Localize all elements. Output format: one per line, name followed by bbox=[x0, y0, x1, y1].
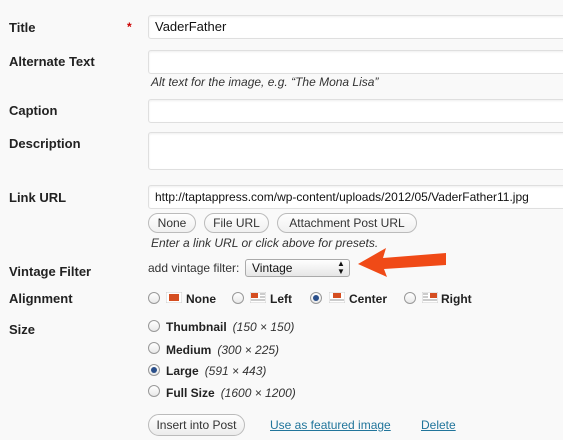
insert-into-post-button[interactable]: Insert into Post bbox=[148, 414, 245, 436]
align-left-icon bbox=[250, 292, 266, 303]
align-center-radio[interactable] bbox=[310, 292, 322, 304]
alt-text-label: Alternate Text bbox=[9, 54, 95, 69]
align-center-icon bbox=[329, 292, 345, 303]
use-as-featured-image-link[interactable]: Use as featured image bbox=[270, 418, 391, 432]
vintage-filter-select[interactable]: Vintage ▲ ▼ bbox=[245, 259, 350, 277]
align-none-radio[interactable] bbox=[148, 292, 160, 304]
size-full-name: Full Size bbox=[166, 386, 215, 400]
size-label: Size bbox=[9, 322, 36, 337]
description-textarea[interactable] bbox=[148, 132, 563, 170]
alt-text-help: Alt text for the image, e.g. “The Mona L… bbox=[151, 75, 379, 89]
size-thumbnail-radio[interactable] bbox=[148, 320, 160, 332]
link-url-label: Link URL bbox=[9, 190, 67, 205]
title-input[interactable]: VaderFather bbox=[148, 15, 563, 39]
caption-label: Caption bbox=[9, 103, 58, 118]
size-thumbnail-dims: (150 × 150) bbox=[232, 320, 295, 334]
alt-text-input[interactable] bbox=[148, 50, 563, 74]
align-none-icon bbox=[166, 292, 182, 303]
vintage-filter-label: Vintage Filter bbox=[9, 264, 92, 279]
required-mark: * bbox=[127, 20, 132, 34]
size-full-radio[interactable] bbox=[148, 385, 160, 397]
align-none-label: None bbox=[186, 292, 216, 306]
size-thumbnail-label: Thumbnail (150 × 150) bbox=[166, 320, 294, 334]
link-url-input[interactable]: http://taptappress.com/wp-content/upload… bbox=[148, 185, 563, 209]
align-left-label: Left bbox=[270, 292, 292, 306]
description-label: Description bbox=[9, 136, 81, 151]
caption-input[interactable] bbox=[148, 99, 563, 123]
size-large-label: Large (591 × 443) bbox=[166, 364, 266, 378]
size-large-radio[interactable] bbox=[148, 364, 160, 376]
size-large-name: Large bbox=[166, 364, 199, 378]
size-medium-name: Medium bbox=[166, 343, 212, 357]
size-medium-radio[interactable] bbox=[148, 342, 160, 354]
align-center-label: Center bbox=[349, 292, 388, 306]
size-full-label: Full Size (1600 × 1200) bbox=[166, 386, 296, 400]
title-label: Title bbox=[9, 20, 36, 35]
vintage-filter-selected: Vintage bbox=[252, 261, 293, 275]
delete-link[interactable]: Delete bbox=[421, 418, 456, 432]
size-medium-label: Medium (300 × 225) bbox=[166, 343, 279, 357]
alignment-label: Alignment bbox=[9, 291, 73, 306]
link-file-url-button[interactable]: File URL bbox=[204, 213, 269, 233]
align-right-icon bbox=[422, 292, 438, 303]
size-large-dims: (591 × 443) bbox=[204, 364, 267, 378]
link-url-help: Enter a link URL or click above for pres… bbox=[151, 236, 379, 250]
annotation-arrow-icon bbox=[358, 248, 446, 277]
size-medium-dims: (300 × 225) bbox=[217, 343, 280, 357]
vintage-filter-prefix: add vintage filter: bbox=[148, 261, 240, 275]
size-full-dims: (1600 × 1200) bbox=[220, 386, 296, 400]
link-attachment-post-url-button[interactable]: Attachment Post URL bbox=[277, 213, 417, 233]
size-thumbnail-name: Thumbnail bbox=[166, 320, 227, 334]
align-right-label: Right bbox=[441, 292, 472, 306]
align-left-radio[interactable] bbox=[232, 292, 244, 304]
select-arrows-icon: ▲ ▼ bbox=[337, 259, 345, 276]
align-right-radio[interactable] bbox=[404, 292, 416, 304]
link-none-button[interactable]: None bbox=[148, 213, 196, 233]
